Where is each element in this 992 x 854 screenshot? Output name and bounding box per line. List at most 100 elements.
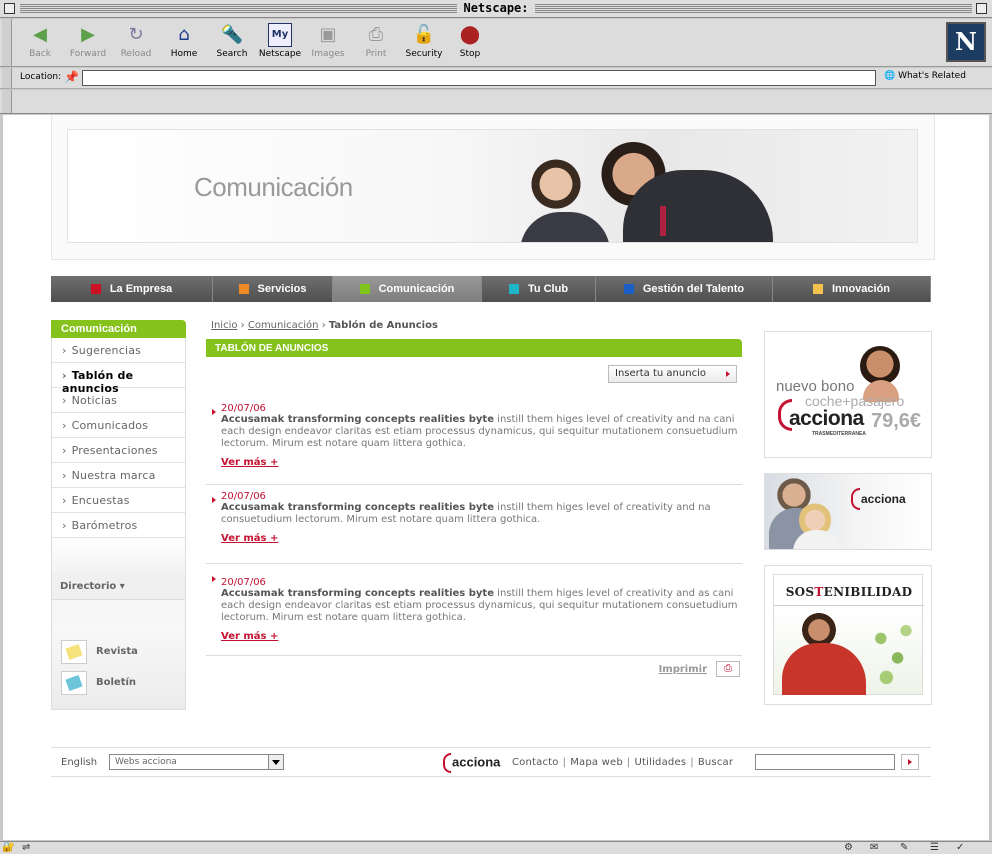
stop-label: Stop xyxy=(459,49,481,59)
breadcrumb-comunicacion-link[interactable]: Comunicación xyxy=(248,320,319,331)
home-label: Home xyxy=(170,49,198,59)
mail-icon[interactable]: ✉ xyxy=(870,842,878,854)
sidebar: Comunicación SugerenciasTablón de anunci… xyxy=(51,320,186,710)
netscape-button[interactable]: My Netscape xyxy=(256,23,304,59)
forward-label: Forward xyxy=(69,49,107,59)
sidebar-item[interactable]: Sugerencias xyxy=(52,338,185,363)
print-button[interactable]: ⎙ Print xyxy=(352,23,400,59)
ad-item: 20/07/06 Accusamak transforming concepts … xyxy=(206,564,742,656)
page-viewport[interactable]: Comunicación La Empresa Servicios Comunica… xyxy=(3,115,989,840)
security-status-icon[interactable]: 🔐 xyxy=(2,842,14,854)
nav-color-square-icon xyxy=(508,284,519,294)
publication-cover-icon xyxy=(65,643,83,660)
sidebar-spacer-2 xyxy=(51,600,186,624)
bono-brand: acciona xyxy=(789,407,864,430)
discussion-icon[interactable]: ☰ xyxy=(930,842,939,854)
team-promo[interactable]: acciona xyxy=(764,473,932,550)
footer-link[interactable]: Mapa web xyxy=(570,757,623,768)
team-brand: acciona xyxy=(861,492,906,506)
component-bar-icon[interactable]: ⚙ xyxy=(844,842,853,854)
nav-item-6[interactable]: Innovación xyxy=(773,276,931,302)
back-button[interactable]: ◀ Back xyxy=(16,23,64,59)
bono-promo[interactable]: nuevo bono coche+pasajero acciona TRASME… xyxy=(764,331,932,458)
footer-search-input[interactable] xyxy=(755,754,895,770)
nav-item-label: Servicios xyxy=(257,283,307,295)
search-go-button[interactable] xyxy=(901,754,919,770)
sidebar-item[interactable]: Nuestra marca xyxy=(52,463,185,488)
sidebar-item[interactable]: Encuestas xyxy=(52,488,185,513)
nav-item-5[interactable]: Gestión del Talento xyxy=(596,276,773,302)
publication-label: Revista xyxy=(96,646,138,657)
ad-lead: Accusamak transforming concepts realitie… xyxy=(221,588,494,599)
nav-item-3[interactable]: Comunicación xyxy=(333,276,482,302)
netscape-logo-icon[interactable]: N xyxy=(946,22,986,62)
sidebar-item[interactable]: Presentaciones xyxy=(52,438,185,463)
acciona-logo-icon xyxy=(443,753,451,773)
nav-item-1[interactable]: La Empresa xyxy=(51,276,213,302)
ver-mas-link[interactable]: Ver más + xyxy=(221,457,278,468)
stop-button[interactable]: ⬤ Stop xyxy=(446,23,494,59)
sidebar-item[interactable]: Comunicados xyxy=(52,413,185,438)
bookmark-pin-icon[interactable]: 📌 xyxy=(64,70,79,84)
reload-button[interactable]: ↻ Reload xyxy=(112,23,160,59)
publication-link[interactable]: Boletín xyxy=(52,667,185,698)
window-title: Netscape: xyxy=(457,1,535,15)
home-button[interactable]: ⌂ Home xyxy=(160,23,208,59)
home-icon: ⌂ xyxy=(178,24,190,45)
location-label: Location: xyxy=(20,72,62,82)
nav-item-label: Comunicación xyxy=(378,283,455,295)
directorio-dropdown[interactable]: Directorio ▾ xyxy=(51,574,186,600)
ad-date: 20/07/06 xyxy=(221,577,266,588)
page-footer: English Webs acciona acciona Contacto | Ma… xyxy=(51,747,931,777)
ad-item: 20/07/06 Accusamak transforming concepts … xyxy=(206,485,742,564)
footer-link[interactable]: Buscar xyxy=(698,757,733,768)
print-link[interactable]: Imprimir xyxy=(659,664,707,675)
images-button[interactable]: ▣ Images xyxy=(304,23,352,59)
footer-link[interactable]: Utilidades xyxy=(634,757,686,768)
print-row: Imprimir ⎙ xyxy=(206,656,742,682)
nav-color-square-icon xyxy=(359,284,370,294)
nav-item-label: Tu Club xyxy=(527,283,569,295)
sidebar-item[interactable]: Tablón de anuncios xyxy=(52,363,185,395)
location-bar: Location: 📌 🌐 What's Related xyxy=(0,68,992,89)
ad-date: 20/07/06 xyxy=(221,491,266,502)
printer-icon[interactable]: ⎙ xyxy=(716,661,740,677)
forward-arrow-icon: ▶ xyxy=(81,24,95,45)
ver-mas-link[interactable]: Ver más + xyxy=(221,631,278,642)
insert-ad-button[interactable]: Inserta tu anuncio xyxy=(608,365,737,383)
breadcrumb-inicio-link[interactable]: Inicio xyxy=(211,320,237,331)
toolbar-collapse-tab[interactable] xyxy=(2,19,12,66)
forward-button[interactable]: ▶ Forward xyxy=(64,23,112,59)
footer-logo[interactable]: acciona xyxy=(443,753,500,773)
check-icon: ✓ xyxy=(956,842,965,853)
zoom-box-icon[interactable] xyxy=(976,3,987,14)
sostenibilidad-promo[interactable]: SOSTENIBILIDAD xyxy=(764,565,932,705)
publication-link[interactable]: Revista xyxy=(52,636,185,667)
ads-list: 20/07/06 Accusamak transforming concepts … xyxy=(206,397,742,656)
security-button[interactable]: 🔓 Security xyxy=(400,23,448,59)
composer-icon[interactable]: ✎ xyxy=(900,842,908,854)
promo-column: nuevo bono coche+pasajero acciona TRASME… xyxy=(764,331,932,705)
location-input[interactable] xyxy=(82,70,876,86)
ad-lead: Accusamak transforming concepts realitie… xyxy=(221,502,494,513)
ver-mas-link[interactable]: Ver más + xyxy=(221,533,278,544)
footer-link[interactable]: Contacto xyxy=(512,757,559,768)
location-collapse-tab[interactable] xyxy=(2,68,12,88)
sidebar-item[interactable]: Barómetros xyxy=(52,513,185,538)
language-link[interactable]: English xyxy=(61,757,97,768)
breadcrumb-separator: › xyxy=(321,320,326,331)
personal-collapse-tab[interactable] xyxy=(2,90,12,113)
nav-item-4[interactable]: Tu Club xyxy=(482,276,596,302)
search-button[interactable]: 🔦 Search xyxy=(208,23,256,59)
whats-related-button[interactable]: 🌐 What's Related xyxy=(884,71,966,81)
images-icon: ▣ xyxy=(319,24,337,45)
window-titlebar[interactable]: Netscape: xyxy=(0,0,992,18)
chevron-down-icon[interactable] xyxy=(268,755,283,769)
nav-item-2[interactable]: Servicios xyxy=(213,276,333,302)
man-tie xyxy=(660,206,666,236)
ad-date: 20/07/06 xyxy=(221,403,266,414)
back-arrow-icon: ◀ xyxy=(33,24,47,45)
webs-select[interactable]: Webs acciona xyxy=(109,754,284,770)
publication-cover-icon xyxy=(65,674,83,691)
images-label: Images xyxy=(311,49,345,59)
